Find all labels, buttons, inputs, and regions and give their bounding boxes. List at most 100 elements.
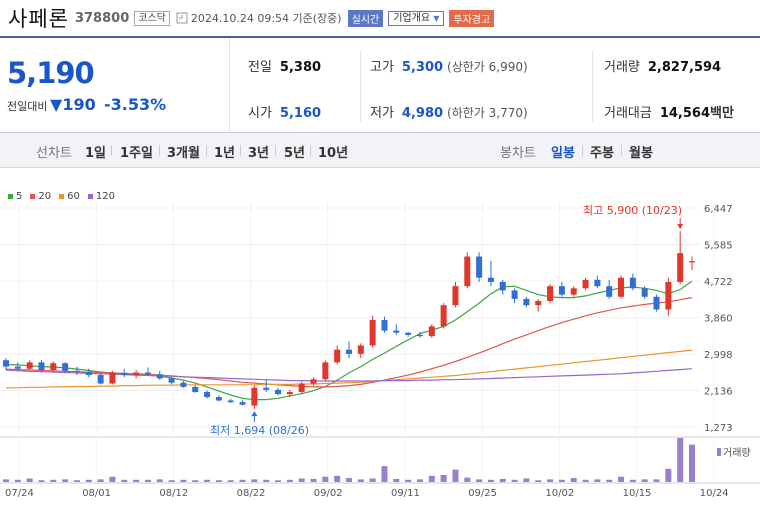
candle-body xyxy=(357,345,364,354)
period-10y[interactable]: 10년 xyxy=(318,142,348,161)
candle-body xyxy=(570,288,577,295)
candle-body xyxy=(275,389,282,395)
legend-swatch xyxy=(87,193,93,199)
price-chart[interactable]: 6,447 5,585 4,722 3,860 2,998 2,136 1,273 07/24… xyxy=(0,200,760,510)
legend-swatch xyxy=(30,193,36,199)
down-triangle-icon: ▼ xyxy=(50,95,63,114)
y-tick-label: 6,447 xyxy=(704,204,733,215)
candle-body xyxy=(334,349,341,363)
volume-bar xyxy=(168,480,175,482)
period-1y[interactable]: 1년 xyxy=(214,142,235,161)
volume-bar xyxy=(322,476,329,482)
candle-weekly[interactable]: 주봉 xyxy=(590,142,614,161)
volume-bar xyxy=(677,438,684,482)
volume-bar xyxy=(73,480,80,482)
x-tick-label: 10/02 xyxy=(545,488,574,499)
x-tick-label: 10/15 xyxy=(623,488,652,499)
candle-body xyxy=(558,286,565,295)
divider xyxy=(111,145,112,156)
volume-bar xyxy=(192,480,199,482)
candle-body xyxy=(428,326,435,337)
volume: 거래량 2,827,594 xyxy=(604,56,721,75)
candle-body xyxy=(121,372,128,376)
candle-body xyxy=(251,387,258,406)
candle-body xyxy=(499,281,506,291)
divider xyxy=(206,145,207,156)
prev-close: 전일 5,380 xyxy=(248,56,321,75)
volume-legend-swatch xyxy=(717,448,721,456)
y-tick-label: 3,860 xyxy=(704,314,733,325)
volume-bar xyxy=(62,479,69,482)
volume-bar xyxy=(133,479,140,482)
volume-bar xyxy=(227,480,234,482)
candle-body xyxy=(26,362,33,369)
candle-body xyxy=(168,378,175,383)
caret-down-icon: ▼ xyxy=(433,13,440,23)
candle-monthly[interactable]: 월봉 xyxy=(629,142,653,161)
divider xyxy=(582,145,583,156)
prev-close-value: 5,380 xyxy=(279,60,322,75)
volume-bar xyxy=(3,479,9,482)
candle-body xyxy=(440,305,447,327)
lower-limit: (하한가 3,770) xyxy=(447,106,528,120)
realtime-badge[interactable]: 실시간 xyxy=(347,9,384,27)
candle-daily[interactable]: 일봉 xyxy=(551,142,575,161)
amount-unit: 백만 xyxy=(710,106,734,121)
volume-bar xyxy=(50,479,57,482)
volume-bar xyxy=(85,479,92,482)
divider xyxy=(592,50,593,122)
stock-code: 378800 xyxy=(74,10,130,26)
candle-body xyxy=(369,320,376,346)
candle-body xyxy=(97,375,104,384)
candle-body xyxy=(618,277,625,297)
volume-bar xyxy=(298,478,305,482)
candle-body xyxy=(653,296,660,310)
candle-body xyxy=(204,391,211,398)
change-amount-value: 190 xyxy=(62,95,96,114)
candle-body xyxy=(215,397,222,401)
upper-limit: (상한가 6,990) xyxy=(447,60,528,74)
candle-body xyxy=(109,372,116,384)
candle-body xyxy=(322,362,329,380)
x-tick-label: 10/24 xyxy=(700,488,729,499)
volume-bar xyxy=(121,479,128,482)
period-1d[interactable]: 1일 xyxy=(85,142,106,161)
volume-bar xyxy=(239,479,246,482)
company-overview-button[interactable]: 기업개요 ▼ xyxy=(388,10,445,26)
current-price-box: 5,190 전일대비 ▼190 -3.53% xyxy=(0,38,230,133)
amount-value: 14,564 xyxy=(659,106,711,121)
candle-body xyxy=(416,334,423,337)
candle-body xyxy=(310,379,317,384)
volume-bar xyxy=(38,480,45,482)
period-3m[interactable]: 3개월 xyxy=(167,142,200,161)
period-3y[interactable]: 3년 xyxy=(248,142,269,161)
legend-swatch xyxy=(59,193,65,199)
candle-body xyxy=(665,281,672,310)
legend-swatch xyxy=(8,193,13,199)
line-chart-label: 선차트 xyxy=(36,146,72,161)
low-arrow-head xyxy=(251,411,258,417)
volume-bar xyxy=(275,480,282,482)
x-tick-label: 08/22 xyxy=(237,488,266,499)
low-annotation: 최저 1,694 (08/26) xyxy=(210,424,309,437)
period-1w[interactable]: 1주일 xyxy=(120,142,153,161)
refresh-icon[interactable] xyxy=(176,12,188,24)
candle-body xyxy=(73,370,80,372)
volume-bar xyxy=(452,469,459,482)
period-5y[interactable]: 5년 xyxy=(284,142,305,161)
candle-body xyxy=(192,386,199,392)
candle-body xyxy=(689,261,695,263)
volume-bar xyxy=(582,479,589,482)
x-tick-label: 08/12 xyxy=(159,488,188,499)
volume-bar xyxy=(547,479,554,482)
volume-bar xyxy=(558,479,565,482)
volume-bar xyxy=(511,479,518,482)
volume-bar xyxy=(440,474,447,482)
volume-bar xyxy=(689,444,695,482)
change-percent: -3.53% xyxy=(104,95,167,114)
high-value: 5,300 xyxy=(401,60,444,75)
current-price: 5,190 xyxy=(7,56,95,90)
volume-bar xyxy=(618,476,625,482)
volume-bar xyxy=(535,480,542,482)
moving-average-ma5 xyxy=(5,280,693,401)
